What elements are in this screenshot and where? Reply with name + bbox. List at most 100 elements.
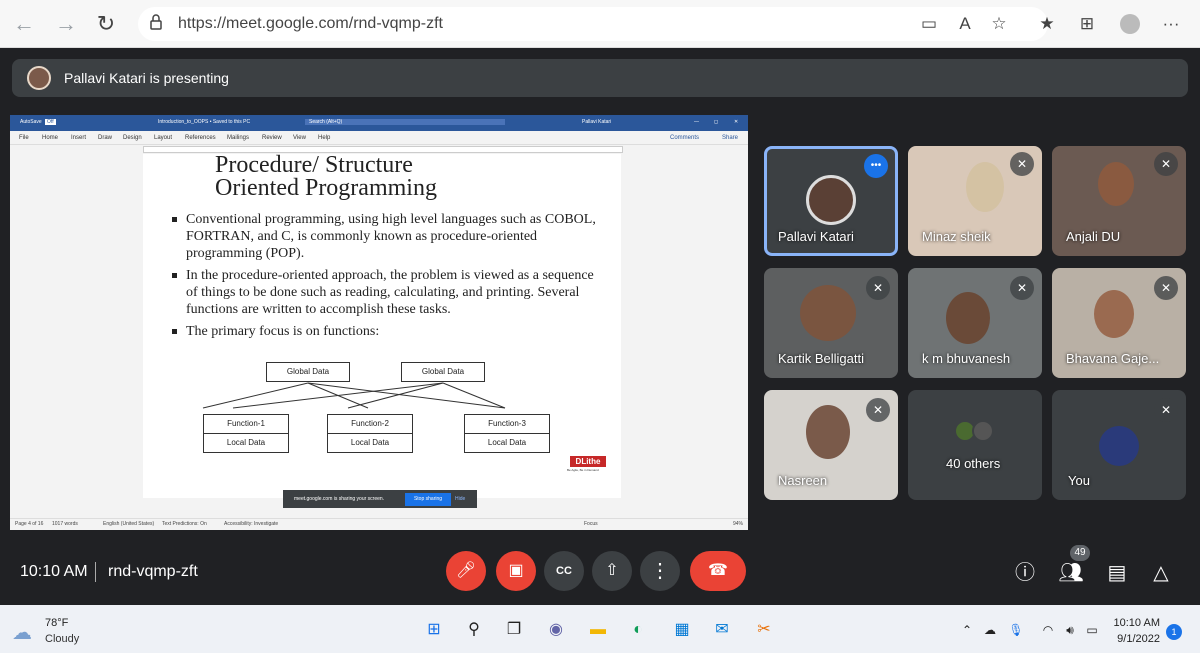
lock-icon[interactable]: [150, 14, 162, 30]
focus-button[interactable]: Focus: [584, 521, 598, 527]
participant-video: [806, 405, 850, 459]
menu-file[interactable]: File: [19, 135, 29, 141]
search-icon[interactable]: ⚲: [462, 618, 486, 642]
chat-icon[interactable]: ▤: [1104, 560, 1130, 586]
autosave-toggle[interactable]: Off: [45, 119, 56, 125]
bullet-2: In the procedure-oriented approach, the …: [186, 268, 594, 317]
weather-icon[interactable]: ☁: [12, 620, 32, 645]
avatar: [1099, 426, 1139, 466]
maximize-icon[interactable]: ◻: [714, 119, 718, 125]
onedrive-icon[interactable]: ☁: [978, 618, 1002, 642]
teams-icon[interactable]: ◉: [544, 618, 568, 642]
menu-layout[interactable]: Layout: [154, 135, 172, 141]
edge-icon[interactable]: ◐: [626, 618, 650, 642]
participant-name: Anjali DU: [1066, 229, 1121, 244]
snipping-tool-icon[interactable]: ✂: [752, 618, 776, 642]
autosave-label: AutoSave: [20, 119, 42, 125]
others-count: 40 others: [946, 456, 1001, 471]
more-menu-icon[interactable]: ···: [1160, 13, 1182, 35]
share-bar-text: meet.google.com is sharing your screen.: [294, 496, 385, 502]
participant-video: [946, 292, 990, 344]
mic-off-icon: ✕: [866, 276, 890, 300]
mic-off-icon: ✕: [866, 398, 890, 422]
wifi-icon[interactable]: ◠: [1036, 618, 1060, 642]
participant-name: k m bhuvanesh: [922, 351, 1011, 366]
doc-title-line1: Procedure/ Structure: [215, 153, 413, 175]
hide-share-bar-button[interactable]: Hide: [455, 496, 465, 502]
clock-time[interactable]: 10:10 AM: [1110, 617, 1160, 629]
url-text[interactable]: https://meet.google.com/rnd-vqmp-zft: [178, 15, 443, 33]
menu-view[interactable]: View: [293, 135, 306, 141]
store-icon[interactable]: ▦: [670, 618, 694, 642]
participant-name: Bhavana Gaje...: [1066, 351, 1160, 366]
chevron-up-icon[interactable]: ⌃: [955, 618, 979, 642]
presenter-avatar: [27, 66, 51, 90]
notification-badge[interactable]: 1: [1166, 624, 1182, 640]
weather-temp[interactable]: 78°F: [45, 617, 68, 629]
function-box-2: Function-2: [327, 414, 413, 434]
menu-review[interactable]: Review: [262, 135, 282, 141]
present-button[interactable]: ⇧: [592, 551, 632, 591]
function-box-3: Function-3: [464, 414, 550, 434]
volume-icon[interactable]: 🔊︎: [1058, 618, 1082, 642]
activities-icon[interactable]: △: [1148, 560, 1174, 586]
back-button[interactable]: ←: [10, 10, 38, 38]
minimize-icon[interactable]: —: [694, 119, 699, 125]
participant-video: [800, 285, 856, 341]
menu-references[interactable]: References: [185, 135, 216, 141]
menu-mailings[interactable]: Mailings: [227, 135, 249, 141]
menu-draw[interactable]: Draw: [98, 135, 112, 141]
tile-others[interactable]: [908, 390, 1042, 500]
bullet-marker: [172, 273, 177, 278]
battery-icon[interactable]: ▭: [1080, 618, 1104, 642]
status-accessibility[interactable]: Accessibility: Investigate: [224, 521, 278, 527]
clock-date[interactable]: 9/1/2022: [1110, 633, 1160, 645]
bullet-1: Conventional programming, using high lev…: [186, 212, 596, 261]
status-language: English (United States): [103, 521, 155, 527]
menu-help[interactable]: Help: [318, 135, 330, 141]
mic-toggle-button[interactable]: 🎤︎: [446, 551, 486, 591]
comments-button[interactable]: Comments: [670, 135, 699, 141]
local-data-box-3: Local Data: [464, 433, 550, 453]
bullet-marker: [172, 329, 177, 334]
people-icon[interactable]: 👥︎: [1058, 560, 1084, 586]
word-search[interactable]: Search (Alt+Q): [305, 119, 505, 125]
favorites-icon[interactable]: ★: [1036, 13, 1058, 35]
status-page: Page 4 of 16: [15, 521, 44, 527]
zoom-level[interactable]: 94%: [733, 521, 743, 527]
collections-icon[interactable]: ⊞: [1076, 13, 1098, 35]
task-view-icon[interactable]: ❐: [502, 618, 526, 642]
profile-avatar[interactable]: [1120, 14, 1140, 34]
share-button[interactable]: Share: [722, 135, 738, 141]
info-icon[interactable]: ⓘ: [1012, 560, 1038, 586]
participant-count-badge: 49: [1070, 545, 1090, 561]
refresh-button[interactable]: ↻: [92, 10, 120, 38]
read-aloud-icon[interactable]: A: [954, 13, 976, 35]
participant-video: [1094, 290, 1134, 338]
menu-home[interactable]: Home: [42, 135, 58, 141]
camera-toggle-button[interactable]: ▣: [496, 551, 536, 591]
captions-button[interactable]: CC: [544, 551, 584, 591]
close-icon[interactable]: ✕: [734, 119, 738, 125]
tile-menu-icon[interactable]: •••: [864, 154, 888, 178]
leave-call-button[interactable]: ☎: [690, 551, 746, 591]
more-options-button[interactable]: ⋮: [640, 551, 680, 591]
meeting-time: 10:10 AM: [20, 563, 88, 580]
outlook-icon[interactable]: ✉: [710, 618, 734, 642]
doc-name: Introduction_to_OOPS • Saved to this PC: [158, 119, 251, 125]
weather-condition[interactable]: Cloudy: [45, 633, 79, 645]
menu-design[interactable]: Design: [123, 135, 142, 141]
camera-icon[interactable]: ▭: [918, 13, 940, 35]
start-icon[interactable]: ⊞: [422, 618, 446, 642]
bullet-marker: [172, 217, 177, 222]
stop-sharing-button[interactable]: Stop sharing: [405, 493, 451, 506]
ruler: [143, 146, 623, 153]
mic-icon[interactable]: 🎙︎: [1004, 618, 1028, 642]
forward-button[interactable]: →: [52, 10, 80, 38]
menu-insert[interactable]: Insert: [71, 135, 86, 141]
file-explorer-icon[interactable]: ▬: [586, 618, 610, 642]
word-user: Pallavi Katari: [582, 119, 612, 125]
mic-off-icon: ✕: [1154, 276, 1178, 300]
favorite-add-icon[interactable]: ☆: [988, 13, 1010, 35]
meeting-code: rnd-vqmp-zft: [108, 563, 198, 580]
